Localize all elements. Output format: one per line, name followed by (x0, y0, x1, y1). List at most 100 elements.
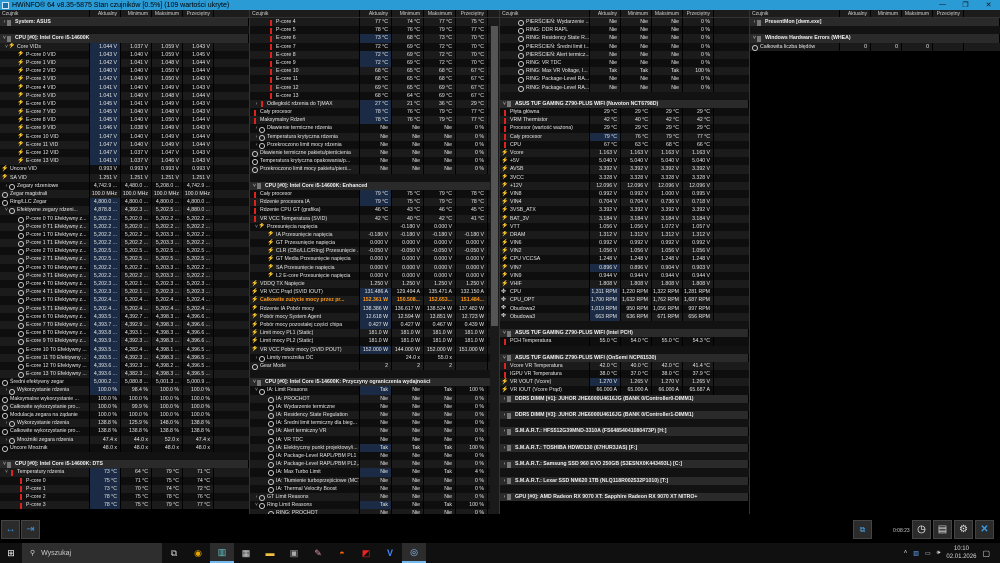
sensor-row[interactable]: Gear Mode222 (250, 362, 499, 370)
sensor-row[interactable]: P-core 4 T0 Efektywny z...5,202.3 ...5,2… (0, 280, 249, 288)
sensor-row[interactable]: Obudowa3663 RPM636 RPM671 RPM656 RPM (500, 313, 749, 321)
sensor-row[interactable]: P-core 578 °C76 °C79 °C77 °C (250, 26, 499, 34)
column-header-min[interactable]: Minimum (621, 10, 652, 17)
sensor-row[interactable]: E-core 8 VID1.045 V1.040 V1.050 V1.044 V (0, 116, 249, 124)
sensor-row[interactable]: RING: Max VR Voltage, I...TakTakTak100 % (500, 67, 749, 75)
sensor-group-header[interactable]: ˅CPU [#0]: Intel Core i5-14600K: Przyczy… (250, 378, 499, 386)
maximize-button[interactable]: ❐ (954, 1, 977, 9)
sensor-row[interactable]: Uncore Mnożnik48.0 x48.0 x48.0 x48.0 x (0, 444, 249, 452)
sensor-row[interactable]: ›Dławienie termiczne rdzeniaNieNieNie0 % (250, 124, 499, 132)
close-button[interactable]: ✕ (977, 1, 1000, 9)
sensor-row[interactable]: P-core 3 VID1.042 V1.040 V1.050 V1.043 V (0, 75, 249, 83)
sensor-row[interactable]: IA: Package-Level RAPL/PBM PL2,...NieNie… (250, 460, 499, 468)
sensor-row[interactable]: IA: Tłumienie turboprzejściowe (MCT)NieN… (250, 477, 499, 485)
clock-reset-icon[interactable]: ◷ (912, 520, 931, 539)
sensor-row[interactable]: IA: Max Turbo LimitNieNieTak4 % (250, 468, 499, 476)
sensor-row[interactable]: VR VCC Prąd (SVID IOUT)131.486 A129.494 … (250, 288, 499, 296)
sensor-row[interactable]: PIERŚCIEŃ: Średni limit t...NieNieNie0 % (500, 43, 749, 51)
collapse-arrows-icon[interactable]: ⇥ (21, 520, 40, 539)
sensor-row[interactable]: RING: Residency State R...NieNieNie0 % (500, 34, 749, 42)
sensor-group-header[interactable]: ›PresentMon [dwm.exe] (750, 18, 1000, 26)
sensor-group-header[interactable]: ›DDR5 DIMM [#3]: JUHOR JHE6000U4616JG (B… (500, 411, 749, 419)
sensor-row[interactable]: P-core 278 °C75 °C78 °C76 °C (0, 493, 249, 501)
sensor-row[interactable]: DRAM1.312 V1.312 V1.312 V1.312 V (500, 231, 749, 239)
sensor-row[interactable]: IA: Elektryczny punkt projektowy/i...Tak… (250, 444, 499, 452)
sensor-row[interactable]: E-core 12 VID1.047 V1.037 V1.047 V1.043 … (0, 149, 249, 157)
sensor-row[interactable]: E-core 13 VID1.041 V1.037 V1.046 V1.043 … (0, 157, 249, 165)
sensor-row[interactable]: E-core 11 VID1.047 V1.040 V1.049 V1.044 … (0, 141, 249, 149)
sensor-row[interactable]: AVSB3.392 V3.392 V3.392 V3.392 V (500, 165, 749, 173)
sensor-row[interactable]: GT Przesunięcie napięcia0.000 V0.000 V0.… (250, 239, 499, 247)
sensor-row[interactable]: ˅Temperatury rdzenia73 °C64 °C79 °C71 °C (0, 468, 249, 476)
sensor-row[interactable]: E-core 1068 °C65 °C68 °C67 °C (250, 67, 499, 75)
sensor-row[interactable]: E-core 6 T0 Efektywny z...4,393.5 ...4,3… (0, 313, 249, 321)
media-app-icon[interactable]: ◓ (330, 543, 354, 563)
sensor-row[interactable]: E-core 9 VID1.046 V1.038 V1.049 V1.043 V (0, 124, 249, 132)
tray-chevron-icon[interactable]: ˄ (904, 550, 908, 556)
sensor-row[interactable]: ˅Efektywne zegary rdzeni...4,878.8 ...4,… (0, 206, 249, 214)
sensor-row[interactable]: P-core 1 T0 Efektywny z...5,202.2 ...5,2… (0, 231, 249, 239)
sensor-row[interactable]: Maksymalne wykorzystanie ...100.0 %100.0… (0, 395, 249, 403)
sensor-row[interactable]: 3VSB_ATX3.392 V3.392 V3.392 V3.392 V (500, 206, 749, 214)
column-header-cur[interactable]: Aktualny (90, 10, 121, 17)
volume-icon[interactable]: 🕪 (937, 550, 941, 557)
column-header-name[interactable]: Czujnik (250, 10, 360, 17)
sensor-row[interactable]: Vcore VR Temperatura42.0 °C40.0 °C42.0 °… (500, 362, 749, 370)
sensor-row[interactable]: ›Temperatura krytyczna rdzeniaNieNieNie0… (250, 133, 499, 141)
sensor-row[interactable]: Średni efektywny zegar5,000.2 ...5,080.8… (0, 378, 249, 386)
sensor-row[interactable]: VDDQ TX Napięcie1.250 V1.250 V1.250 V1.2… (250, 280, 499, 288)
sensor-row[interactable]: P-core 4 VID1.041 V1.040 V1.049 V1.043 V (0, 84, 249, 92)
sensor-group-header[interactable]: ˅CPU [#0]: Intel Core i5-14600K (0, 34, 249, 42)
sensor-row[interactable]: IA Przesunięcie napięcia-0.180 V-0.180 V… (250, 231, 499, 239)
sensor-row[interactable]: VIN90.944 V0.944 V0.944 V0.944 V (500, 272, 749, 280)
file-explorer-icon[interactable]: ▬ (258, 543, 282, 563)
sensor-row[interactable]: E-core 772 °C69 °C72 °C70 °C (250, 43, 499, 51)
sensor-row[interactable]: P-core 0 T0 Efektywny z...5,202.2 ...5,2… (0, 215, 249, 223)
sensor-row[interactable]: VIN21.056 V1.056 V1.056 V1.056 V (500, 247, 749, 255)
sensor-row[interactable]: E-core 7 VID1.045 V1.040 V1.048 V1.043 V (0, 108, 249, 116)
column-header-cur[interactable]: Aktualny (360, 10, 392, 17)
column-header-max[interactable]: Maksimum (902, 10, 933, 17)
sensor-row[interactable]: RING: DDR RAPLNieNieNie0 % (500, 26, 749, 34)
sensor-row[interactable]: P-core 3 T1 Efektywny z...5,202.2 ...5,2… (0, 272, 249, 280)
sensor-row[interactable]: Przekroczono limit mocy pakietu/pierś...… (250, 165, 499, 173)
network-app-icon[interactable]: ▣ (282, 543, 306, 563)
sensor-row[interactable]: E-core 9 T0 Efektywny z...4,393.9 ...4,3… (0, 337, 249, 345)
sensor-row[interactable]: IA: Residency State RegulationNieNieNie0… (250, 411, 499, 419)
sensor-group-header[interactable]: ›S.M.A.R.T.: Samsung SSD 960 EVO 250GB (… (500, 460, 749, 468)
sensor-row[interactable]: Całkowite wykorzystanie pro...138.8 %138… (0, 427, 249, 435)
sensor-row[interactable]: RING: VR TDCNieNieNie0 % (500, 59, 749, 67)
column-header-avg[interactable]: Przeciętny (683, 10, 714, 17)
network-tray-icon[interactable]: ▭ (925, 550, 931, 557)
sensor-row[interactable]: VR VCC Pobór mocy (SVID POUT)152.000 W14… (250, 346, 499, 354)
task-view-icon[interactable]: ⧉ (162, 543, 186, 563)
column-header-min[interactable]: Minimum (121, 10, 152, 17)
sensor-row[interactable]: IA: PROCHOTNieNieNie0 % (250, 395, 499, 403)
sensor-row[interactable]: ˅IA: Limit ReasonsTakNieTak100 % (250, 386, 499, 394)
sensor-row[interactable]: E-core 12 T0 Efektywny ...4,393.6 ...4,3… (0, 362, 249, 370)
sensor-row[interactable]: P-core 1 VID1.042 V1.041 V1.048 V1.044 V (0, 59, 249, 67)
sensor-row[interactable]: Rdzenie procesora IA79 °C75 °C79 °C78 °C (250, 198, 499, 206)
column-header-cur[interactable]: Aktualny (590, 10, 621, 17)
column-header-min[interactable]: Minimum (392, 10, 424, 17)
sensor-row[interactable]: E-core 972 °C69 °C72 °C70 °C (250, 59, 499, 67)
column-header-name[interactable]: Czujnik (750, 10, 840, 17)
sensor-row[interactable]: P-core 477 °C74 °C77 °C75 °C (250, 18, 499, 26)
sensor-row[interactable]: Maksymalny Rdzeń78 °C76 °C79 °C77 °C (250, 116, 499, 124)
amd-software-icon[interactable]: ◩ (354, 543, 378, 563)
tray-clock[interactable]: 10:10 02.01.2026 (946, 545, 976, 561)
sensor-row[interactable]: CPU67 °C63 °C68 °C66 °C (500, 141, 749, 149)
sensor-group-header[interactable]: ›System: ASUS (0, 18, 249, 26)
exit-icon[interactable]: ✕ (975, 520, 994, 539)
sensor-row[interactable]: VIN60.992 V0.992 V0.992 V0.992 V (500, 239, 749, 247)
scrollbar-thumb[interactable] (491, 26, 498, 326)
sensor-row[interactable]: VIN80.992 V0.992 V1.000 V0.995 V (500, 190, 749, 198)
sensor-row[interactable]: P-core 2 T1 Efektywny z...5,202.5 ...5,2… (0, 255, 249, 263)
sensor-row[interactable]: P-core 5 T0 Efektywny z...5,202.4 ...5,2… (0, 296, 249, 304)
sensor-group-header[interactable]: ›S.M.A.R.T.: Lexar SSD NM620 1TB (NLQ118… (500, 477, 749, 485)
sensor-row[interactable]: L2 E-core Przesunięcie napięcia0.000 V0.… (250, 272, 499, 280)
column-header-avg[interactable]: Przeciętny (183, 10, 214, 17)
sensor-row[interactable]: ˅Core VIDs1.044 V1.037 V1.059 V1.043 V (0, 43, 249, 51)
search-box[interactable]: ⚲ Wyszukaj (22, 543, 162, 563)
sensor-group-header[interactable]: ˅Windows Hardware Errors (WHEA) (750, 34, 1000, 42)
